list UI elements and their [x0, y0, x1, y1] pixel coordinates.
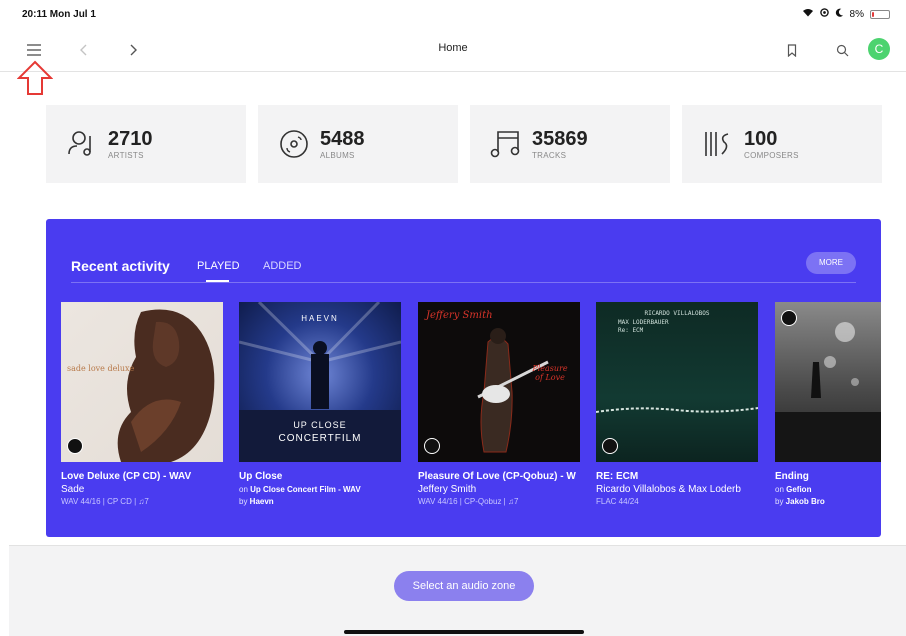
- stat-number: 5488: [320, 127, 365, 150]
- stat-number: 35869: [532, 127, 588, 150]
- artist-link[interactable]: Jakob Bro: [786, 497, 825, 506]
- qobuz-badge-icon: [602, 438, 618, 454]
- stat-card-composers[interactable]: 100 COMPOSERS: [682, 105, 882, 183]
- tab-played[interactable]: PLAYED: [197, 260, 240, 272]
- top-nav-bar: Home C: [0, 28, 906, 72]
- cover-text: Pleasure of Love: [532, 364, 568, 382]
- stat-label: TRACKS: [532, 150, 567, 160]
- artist-icon: [68, 131, 91, 156]
- more-button[interactable]: MORE: [806, 252, 856, 274]
- track-icon: [490, 131, 520, 158]
- cover-text: sade love deluxe: [67, 364, 135, 373]
- stat-number: 2710: [108, 127, 153, 150]
- cover-text: CONCERTFILM: [278, 433, 362, 444]
- stat-card-artists[interactable]: 2710 ARTISTS: [46, 105, 246, 183]
- home-indicator[interactable]: [344, 630, 584, 634]
- album-meta: FLAC 44/24: [596, 497, 639, 506]
- album-meta: WAV 44/16 | CP CD | ♫7: [61, 497, 149, 506]
- album-title[interactable]: Love Deluxe (CP CD) - WAV: [61, 471, 223, 482]
- album-art: [775, 322, 881, 462]
- select-audio-zone-button[interactable]: Select an audio zone: [394, 571, 534, 601]
- stat-number: 100: [744, 127, 778, 150]
- album-title[interactable]: Pleasure Of Love (CP-Qobuz) - W: [418, 471, 580, 482]
- album-art: [117, 309, 215, 462]
- status-indicators: 8%: [802, 8, 890, 20]
- qobuz-badge-icon: [781, 310, 797, 326]
- search-icon[interactable]: [830, 38, 854, 62]
- page-title: Home: [438, 42, 468, 54]
- section-title: Recent activity: [71, 258, 170, 274]
- cover-text: MAX LODERBAUER: [618, 319, 669, 326]
- album-name-link[interactable]: Gefion: [786, 485, 811, 494]
- status-time: 20:11 Mon Jul 1: [22, 9, 96, 20]
- album-card[interactable]: RICARDO VILLALOBOS MAX LODERBAUER Re: EC…: [596, 302, 758, 506]
- album-card[interactable]: HAEVN UP CLOSE CONCERTFILM Up Close on U…: [239, 302, 401, 506]
- location-icon: [819, 8, 829, 20]
- cover-text: RICARDO VILLALOBOS: [644, 310, 710, 317]
- moon-icon: [835, 8, 844, 20]
- recent-activity-panel: Recent activity PLAYED ADDED MORE sade l…: [46, 219, 881, 537]
- stat-card-albums[interactable]: 5488 ALBUMS: [258, 105, 458, 183]
- stat-card-tracks[interactable]: 35869 TRACKS: [470, 105, 670, 183]
- album-cover[interactable]: HAEVN UP CLOSE CONCERTFILM: [239, 302, 401, 462]
- album-name-link[interactable]: Up Close Concert Film - WAV: [250, 485, 361, 494]
- album-by-line: by Jakob Bro: [775, 497, 825, 506]
- album-art: [477, 328, 549, 453]
- album-card[interactable]: Ending on Gefion by Jakob Bro: [775, 302, 881, 506]
- album-artist[interactable]: Ricardo Villalobos & Max Loderb: [596, 484, 758, 495]
- cover-text: HAEVN: [301, 314, 339, 323]
- annotation-arrow-icon: [16, 60, 54, 101]
- album-art: [596, 407, 758, 413]
- album-cover[interactable]: sade love deluxe: [61, 302, 223, 462]
- battery-icon: [870, 9, 890, 19]
- album-cover[interactable]: Jeffery Smith Pleasure of Love: [418, 302, 580, 462]
- album-cover[interactable]: RICARDO VILLALOBOS MAX LODERBAUER Re: EC…: [596, 302, 758, 462]
- cover-text: Jeffery Smith: [426, 310, 493, 321]
- album-card[interactable]: sade love deluxe Love Deluxe (CP CD) - W…: [61, 302, 223, 506]
- album-on-line: on Up Close Concert Film - WAV: [239, 485, 361, 494]
- stat-label: ARTISTS: [108, 150, 144, 160]
- album-on-line: on Gefion: [775, 485, 812, 494]
- tab-added[interactable]: ADDED: [263, 260, 302, 272]
- source-badge-icon: [424, 438, 440, 454]
- source-badge-icon: [67, 438, 83, 454]
- stat-label: COMPOSERS: [744, 150, 799, 160]
- composer-icon: [705, 132, 729, 156]
- album-by-line: by Haevn: [239, 497, 274, 506]
- album-meta: WAV 44/16 | CP-Qobuz | ♫7: [418, 497, 519, 506]
- cover-text: UP CLOSE: [293, 420, 347, 430]
- wifi-icon: [802, 8, 814, 20]
- album-artist[interactable]: Sade: [61, 484, 223, 495]
- album-title[interactable]: RE: ECM: [596, 471, 758, 482]
- stat-label: ALBUMS: [320, 150, 355, 160]
- divider: [71, 282, 856, 283]
- album-artist[interactable]: Jeffery Smith: [418, 484, 580, 495]
- album-icon: [280, 130, 308, 158]
- status-bar: 20:11 Mon Jul 1 8%: [0, 0, 906, 28]
- user-avatar[interactable]: C: [868, 38, 890, 60]
- album-title[interactable]: Ending: [775, 471, 881, 482]
- library-stats: 2710 ARTISTS 5488 ALBUMS 35869 TRACKS 10…: [46, 105, 882, 183]
- album-title[interactable]: Up Close: [239, 471, 401, 482]
- battery-percent: 8%: [849, 8, 864, 20]
- artist-link[interactable]: Haevn: [250, 497, 274, 506]
- bookmark-icon[interactable]: [780, 38, 804, 62]
- album-card[interactable]: Jeffery Smith Pleasure of Love Pleasure …: [418, 302, 580, 506]
- cover-text: Re: ECM: [618, 327, 644, 334]
- album-cover[interactable]: [775, 302, 881, 462]
